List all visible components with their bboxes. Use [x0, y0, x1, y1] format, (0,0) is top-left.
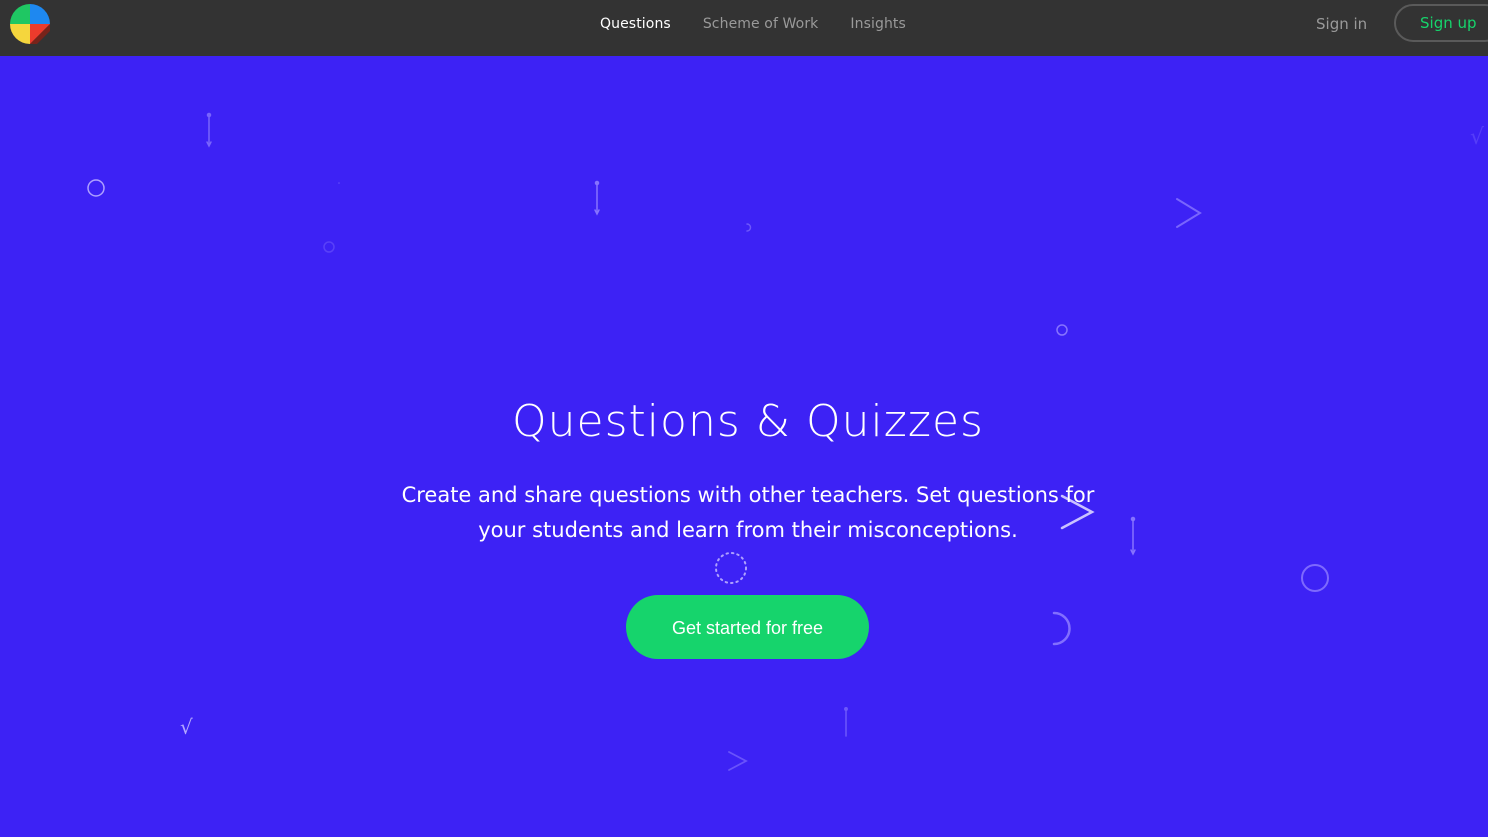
logo-icon[interactable] — [10, 4, 50, 44]
sign-in-link[interactable]: Sign in — [1316, 0, 1367, 48]
greater-than-icon — [728, 751, 748, 771]
arrow-line-icon — [1130, 516, 1136, 556]
circle-icon — [323, 241, 335, 253]
nav-questions[interactable]: Questions — [600, 16, 671, 32]
greater-than-icon — [1176, 198, 1202, 228]
square-root-icon: √ — [1470, 125, 1485, 150]
get-started-button[interactable]: Get started for free — [626, 595, 869, 659]
arrow-line-icon — [844, 707, 848, 737]
sign-up-button[interactable]: Sign up — [1394, 4, 1488, 42]
circle-icon — [1301, 564, 1329, 592]
circle-icon — [87, 179, 105, 197]
hero-subtitle: Create and share questions with other te… — [401, 483, 1095, 542]
arrow-line-icon — [594, 180, 600, 216]
dotted-circle-icon — [715, 552, 747, 584]
nav-insights[interactable]: Insights — [850, 16, 906, 32]
square-root-icon: √ — [180, 715, 193, 739]
circle-icon — [1056, 324, 1068, 336]
arc-icon — [1052, 611, 1071, 646]
hero-title: Questions & Quizzes — [512, 396, 984, 447]
nav-scheme-of-work[interactable]: Scheme of Work — [703, 16, 819, 32]
top-navbar: Questions Scheme of Work Insights Sign i… — [0, 0, 1488, 56]
hero-section: √ √ Questions & Quizzes Create and share… — [0, 56, 1488, 837]
main-nav: Questions Scheme of Work Insights — [584, 0, 922, 48]
arc-icon — [746, 223, 752, 232]
arrow-line-icon — [206, 112, 212, 148]
